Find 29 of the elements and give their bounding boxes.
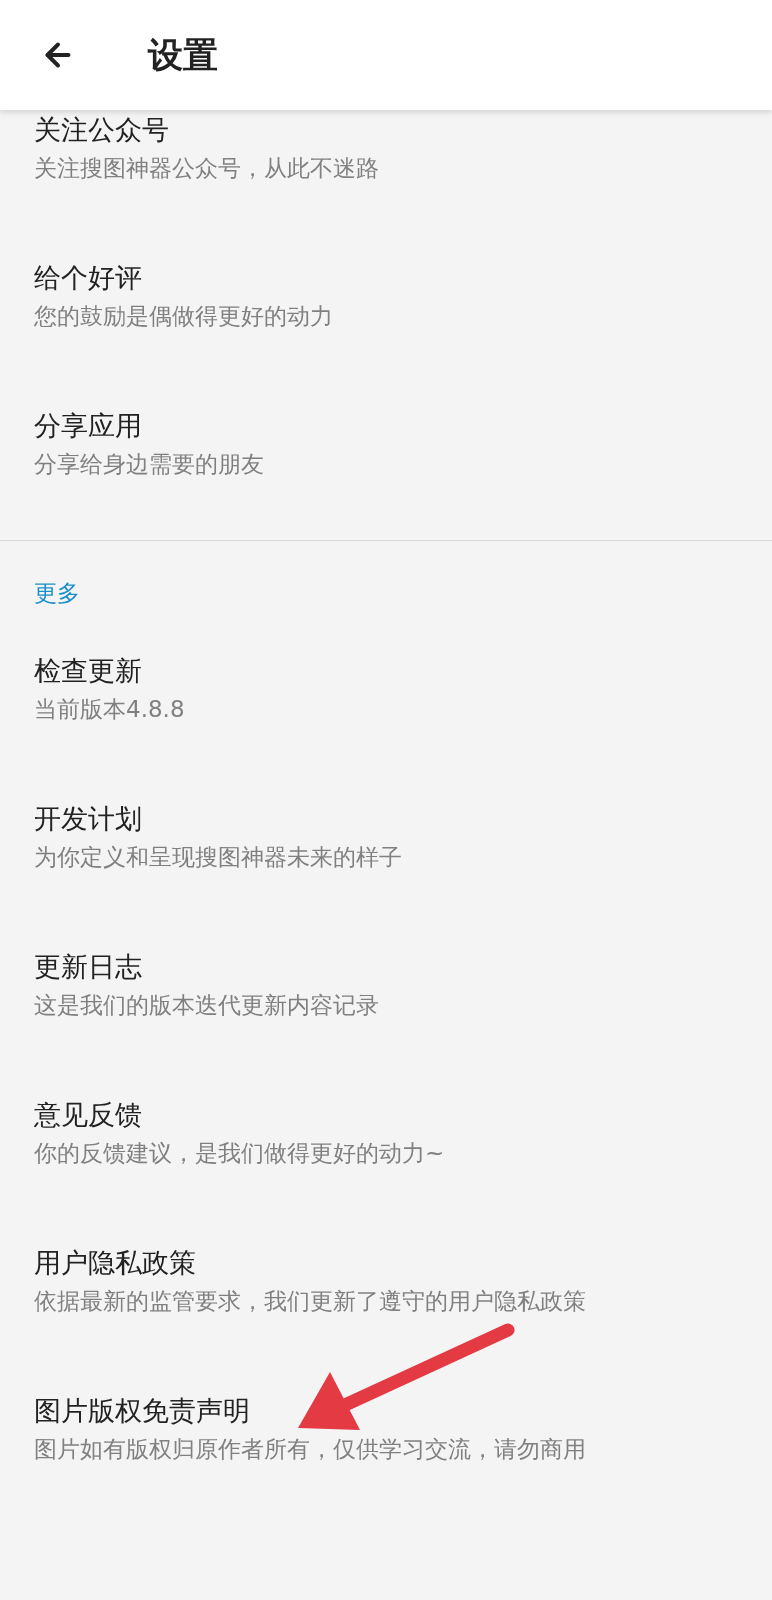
settings-item[interactable]: 意见反馈 你的反馈建议，是我们做得更好的动力~ [0, 1095, 772, 1171]
item-subtitle: 这是我们的版本迭代更新内容记录 [34, 991, 379, 1020]
item-title: 图片版权免责声明 [34, 1394, 250, 1428]
settings-item[interactable]: 给个好评 您的鼓励是偶做得更好的动力 [0, 258, 772, 334]
item-title: 分享应用 [34, 409, 142, 443]
settings-item[interactable]: 检查更新 当前版本4.8.8 [0, 651, 772, 727]
item-subtitle: 依据最新的监管要求，我们更新了遵守的用户隐私政策 [34, 1287, 586, 1316]
item-subtitle: 您的鼓励是偶做得更好的动力 [34, 302, 333, 331]
item-title: 检查更新 [34, 654, 142, 688]
item-subtitle: 当前版本4.8.8 [34, 695, 185, 724]
settings-item[interactable]: 用户隐私政策 依据最新的监管要求，我们更新了遵守的用户隐私政策 [0, 1243, 772, 1319]
settings-item[interactable]: 关注公众号 关注搜图神器公众号，从此不迷路 [0, 110, 772, 186]
item-subtitle: 图片如有版权归原作者所有，仅供学习交流，请勿商用 [34, 1435, 586, 1464]
item-subtitle: 你的反馈建议，是我们做得更好的动力~ [34, 1139, 445, 1168]
item-title: 关注公众号 [34, 113, 169, 147]
page-title: 设置 [148, 33, 218, 77]
item-title: 给个好评 [34, 261, 142, 295]
item-subtitle: 关注搜图神器公众号，从此不迷路 [34, 154, 379, 183]
item-title: 用户隐私政策 [34, 1246, 196, 1280]
section-heading: 更多 [34, 579, 80, 608]
settings-item[interactable]: 分享应用 分享给身边需要的朋友 [0, 406, 772, 482]
settings-item[interactable]: 图片版权免责声明 图片如有版权归原作者所有，仅供学习交流，请勿商用 [0, 1391, 772, 1467]
item-title: 更新日志 [34, 950, 142, 984]
item-subtitle: 为你定义和呈现搜图神器未来的样子 [34, 843, 402, 872]
item-subtitle: 分享给身边需要的朋友 [34, 450, 264, 479]
item-title: 开发计划 [34, 802, 142, 836]
settings-item[interactable]: 开发计划 为你定义和呈现搜图神器未来的样子 [0, 799, 772, 875]
settings-item[interactable]: 更新日志 这是我们的版本迭代更新内容记录 [0, 947, 772, 1023]
item-title: 意见反馈 [34, 1098, 142, 1132]
